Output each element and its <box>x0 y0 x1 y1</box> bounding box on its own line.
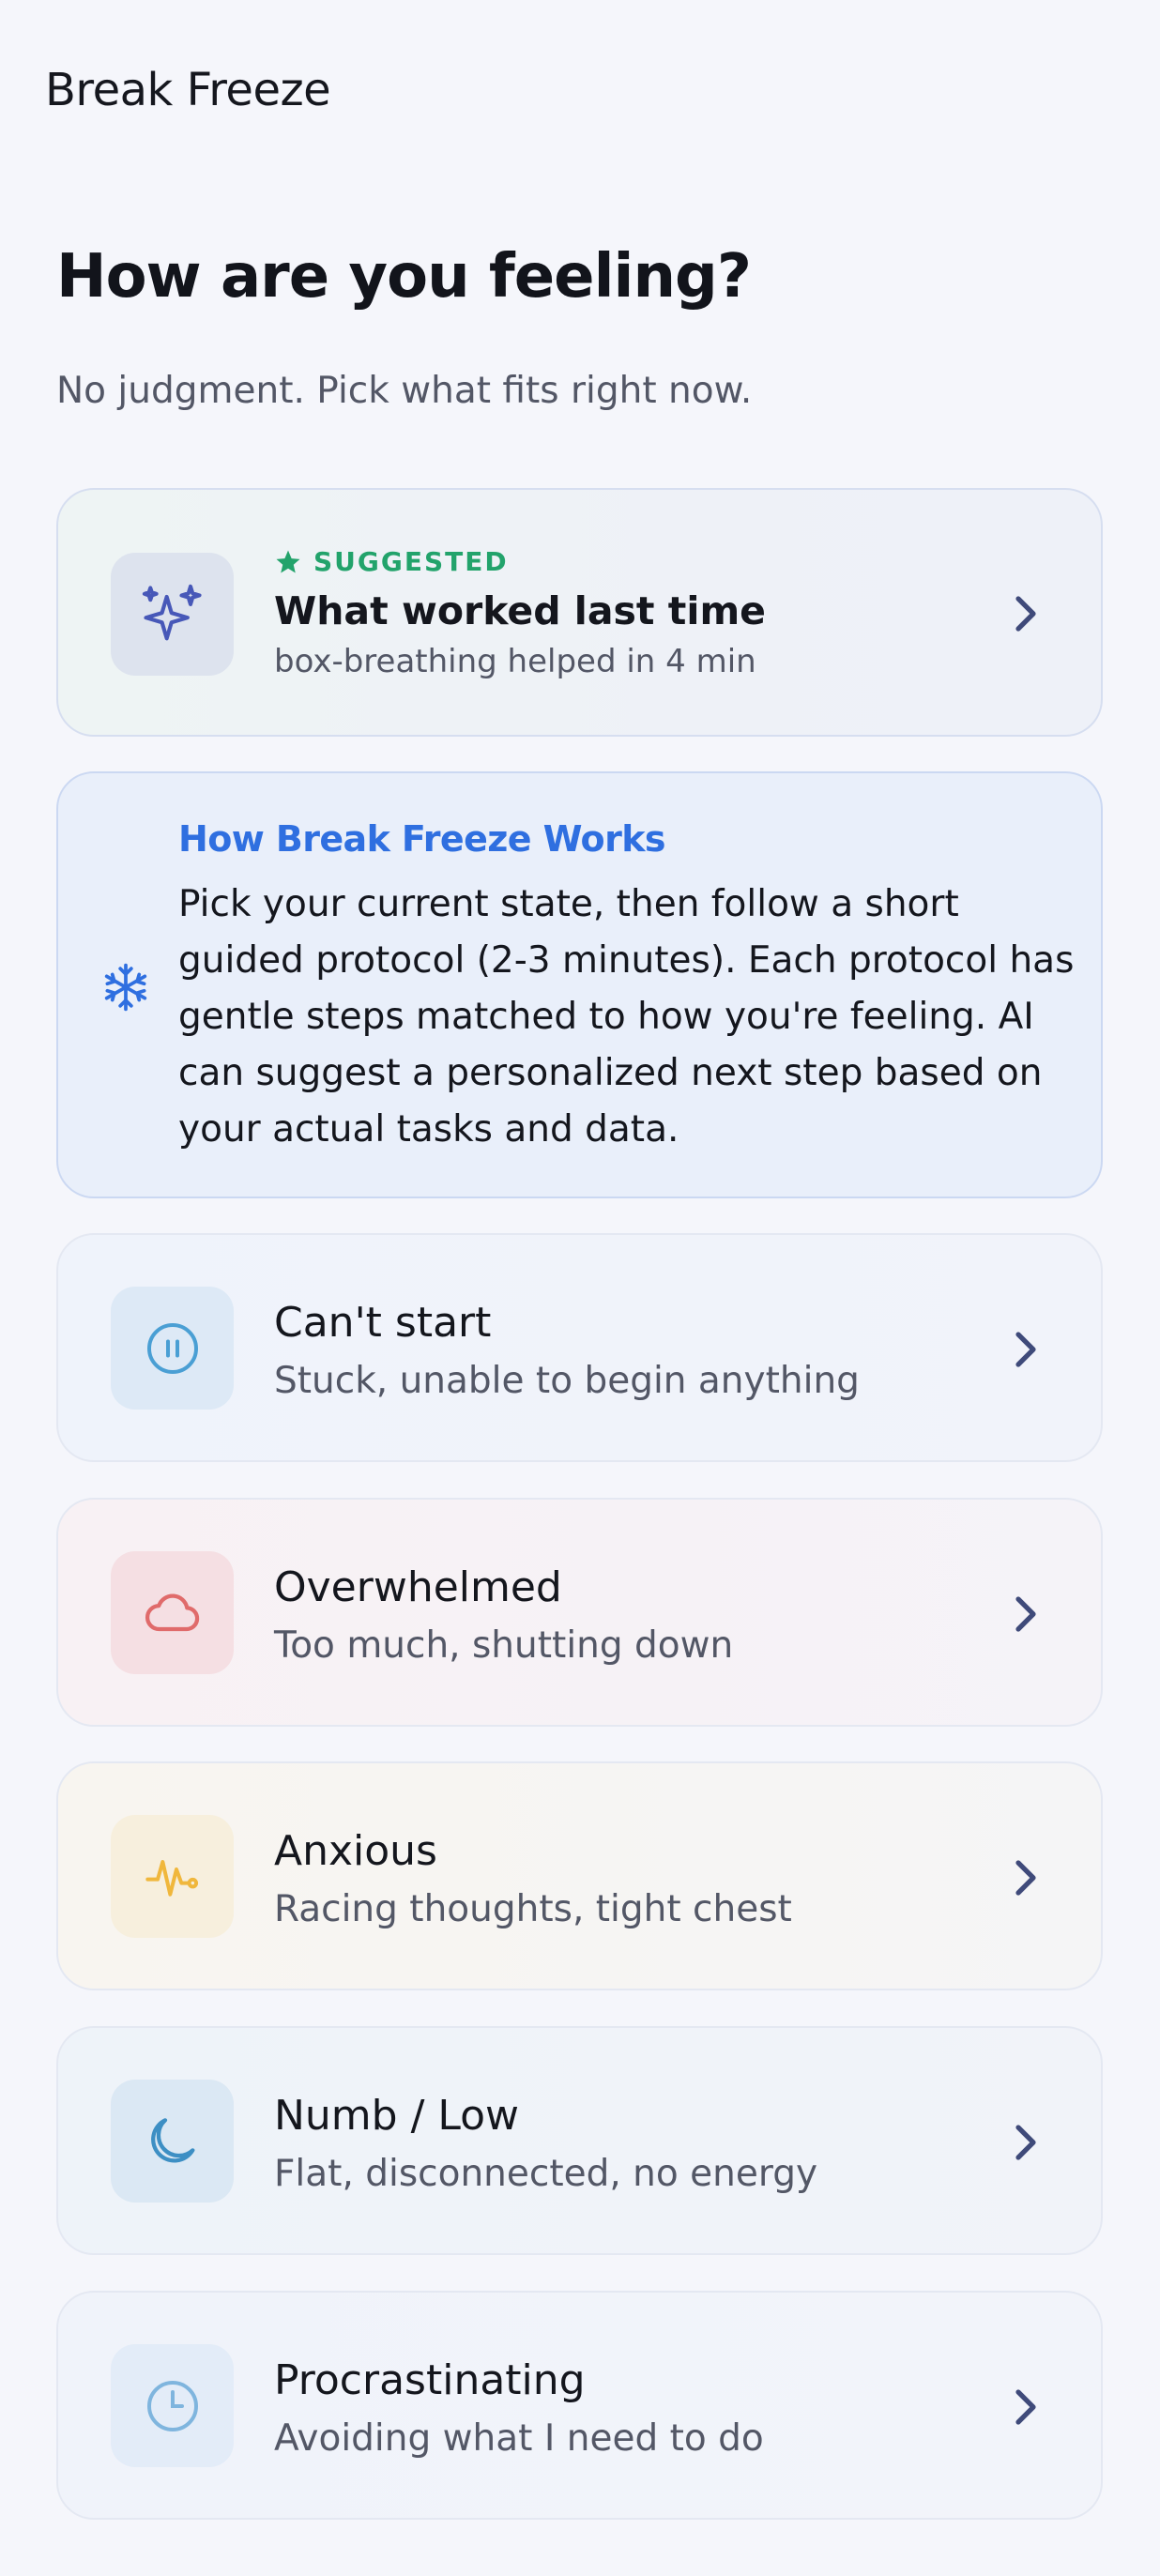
state-card-anxious[interactable]: Anxious Racing thoughts, tight chest <box>56 1761 1103 1990</box>
star-icon <box>276 550 300 572</box>
state-title: Can't start <box>274 1299 492 1347</box>
state-title: Numb / Low <box>274 2092 520 2140</box>
pause-icon <box>111 1287 234 1410</box>
chevron-right-icon <box>1007 2124 1045 2161</box>
cloud-icon <box>111 1551 234 1674</box>
moon-icon <box>111 2080 234 2203</box>
sparkles-icon <box>111 553 234 676</box>
badge-label: SUGGESTED <box>313 546 509 577</box>
state-subtitle: Stuck, unable to begin anything <box>274 1360 860 1402</box>
chevron-right-icon <box>1007 595 1045 633</box>
state-subtitle: Avoiding what I need to do <box>274 2417 764 2460</box>
clock-icon <box>111 2344 234 2467</box>
chevron-right-icon <box>1007 2388 1045 2426</box>
snowflake-icon <box>99 961 152 1014</box>
suggested-badge: SUGGESTED <box>274 546 766 577</box>
info-card: How Break Freeze Works Pick your current… <box>56 771 1103 1198</box>
chevron-right-icon <box>1007 1595 1045 1633</box>
page-title: How are you feeling? <box>56 242 752 312</box>
chevron-right-icon <box>1007 1331 1045 1368</box>
state-title: Overwhelmed <box>274 1563 562 1611</box>
page-subtitle: No judgment. Pick what fits right now. <box>56 370 753 412</box>
state-card-procrastinating[interactable]: Procrastinating Avoiding what I need to … <box>56 2291 1103 2520</box>
state-subtitle: Racing thoughts, tight chest <box>274 1888 792 1930</box>
suggested-subtitle: box-breathing helped in 4 min <box>274 643 756 680</box>
suggested-title: What worked last time <box>274 588 766 633</box>
suggested-card[interactable]: SUGGESTED What worked last time box-brea… <box>56 488 1103 737</box>
state-card-numb-low[interactable]: Numb / Low Flat, disconnected, no energy <box>56 2026 1103 2255</box>
state-title: Procrastinating <box>274 2356 586 2404</box>
info-title: How Break Freeze Works <box>178 818 666 860</box>
state-subtitle: Too much, shutting down <box>274 1624 734 1667</box>
state-title: Anxious <box>274 1827 437 1875</box>
state-card-overwhelmed[interactable]: Overwhelmed Too much, shutting down <box>56 1498 1103 1727</box>
app-title: Break Freeze <box>45 64 331 116</box>
chevron-right-icon <box>1007 1859 1045 1897</box>
pulse-icon <box>111 1815 234 1938</box>
info-body: Pick your current state, then follow a s… <box>178 883 1075 1151</box>
state-subtitle: Flat, disconnected, no energy <box>274 2153 818 2195</box>
state-card-cant-start[interactable]: Can't start Stuck, unable to begin anyth… <box>56 1233 1103 1462</box>
